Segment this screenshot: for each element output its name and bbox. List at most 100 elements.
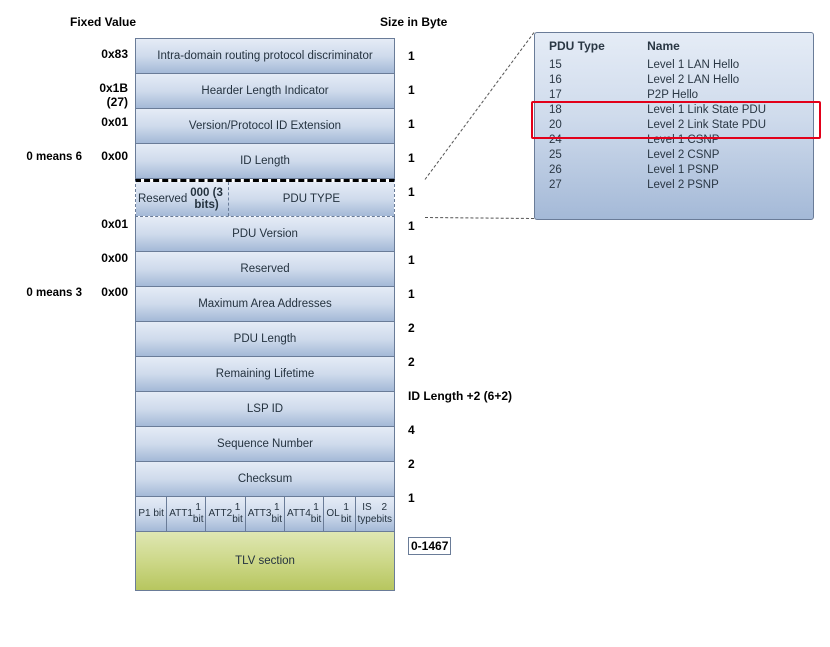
size-label: 1 [408, 185, 415, 199]
fixed-value-label: 0x83 [8, 47, 128, 61]
pdu-field-row: Reserved000 (3 bits) PDU TYPE [135, 179, 395, 217]
pdu-field-cell: Checksum [136, 462, 394, 496]
fixed-value-label: 0x01 [8, 217, 128, 231]
pdu-field-text: P [138, 508, 145, 520]
size-label: 2 [408, 321, 415, 335]
size-label: 4 [408, 423, 415, 437]
pdu-field-text: Intra-domain routing protocol discrimina… [157, 50, 372, 62]
pdu-type-head-type: PDU Type [535, 33, 633, 57]
pdu-field-text: IS type [358, 502, 377, 526]
size-label: 1 [408, 151, 415, 165]
pdu-field-text: 000 (3 bits) [187, 187, 226, 211]
pdu-type-cell: Level 2 Link State PDU [633, 117, 813, 132]
pdu-field-row: P1 bitATT11 bitATT21 bitATT31 bitATT41 b… [135, 497, 395, 532]
pdu-field-cell: LSP ID [136, 392, 394, 426]
pdu-field-text: Reserved [240, 263, 289, 275]
pdu-type-cell: 26 [535, 162, 633, 177]
pdu-field-cell: ATT41 bit [285, 497, 324, 531]
size-label: 1 [408, 491, 415, 505]
pdu-field-cell: Sequence Number [136, 427, 394, 461]
pdu-field-row: Version/Protocol ID Extension [135, 109, 395, 144]
pdu-field-text: 1 bit [271, 502, 282, 526]
pdu-field-text: LSP ID [247, 403, 283, 415]
size-label: 0-1467 [408, 537, 451, 555]
pdu-field-text: Reserved [138, 193, 187, 205]
pdu-field-row: Intra-domain routing protocol discrimina… [135, 38, 395, 74]
pdu-type-cell: 16 [535, 72, 633, 87]
pdu-field-cell: ID Length [136, 144, 394, 178]
pdu-field-text: ATT3 [248, 508, 272, 520]
size-label: 1 [408, 49, 415, 63]
pdu-field-text: TLV section [235, 555, 295, 567]
pdu-type-cell: Level 2 LAN Hello [633, 72, 813, 87]
pdu-type-cell: 25 [535, 147, 633, 162]
pdu-field-text: PDU TYPE [283, 193, 340, 205]
pdu-field-text: OL [326, 508, 339, 520]
pdu-type-cell: Level 1 CSNP [633, 132, 813, 147]
pdu-field-text: Version/Protocol ID Extension [189, 120, 341, 132]
pdu-field-cell: Reserved [136, 252, 394, 286]
pdu-field-text: 1 bit [145, 508, 164, 520]
connector-line [425, 32, 535, 180]
pdu-type-row: 15Level 1 LAN Hello [535, 57, 813, 72]
pdu-type-cell: 17 [535, 87, 633, 102]
column-header-size: Size in Byte [380, 15, 447, 29]
column-header-fixed: Fixed Value [70, 15, 136, 29]
pdu-field-text: Sequence Number [217, 438, 313, 450]
pdu-field-cell: P1 bit [136, 497, 167, 531]
pdu-field-text: 1 bit [340, 502, 353, 526]
diagram-canvas: Fixed Value Size in Byte Intra-domain ro… [0, 0, 830, 647]
pdu-field-text: 1 bit [232, 502, 243, 526]
pdu-field-text: Remaining Lifetime [216, 368, 314, 380]
pdu-field-cell: Maximum Area Addresses [136, 287, 394, 321]
pdu-type-table: PDU Type Name 15Level 1 LAN Hello16Level… [535, 33, 813, 192]
size-label: 1 [408, 287, 415, 301]
pdu-field-row: Reserved [135, 252, 395, 287]
pdu-type-cell: Level 2 CSNP [633, 147, 813, 162]
pdu-type-cell: 20 [535, 117, 633, 132]
pdu-field-cell: ATT11 bit [167, 497, 206, 531]
size-label: 1 [408, 253, 415, 267]
pdu-field-row: LSP ID [135, 392, 395, 427]
pdu-field-text: 1 bit [193, 502, 204, 526]
pdu-field-row: PDU Version [135, 217, 395, 252]
pdu-field-cell: IS type2 bits [356, 497, 394, 531]
pdu-field-text: Maximum Area Addresses [198, 298, 332, 310]
pdu-type-row: 16Level 2 LAN Hello [535, 72, 813, 87]
size-label: 2 [408, 355, 415, 369]
size-label: 1 [408, 83, 415, 97]
size-label: 1 [408, 219, 415, 233]
fixed-value-note: 0 means 6 [26, 151, 82, 163]
connector-line [425, 217, 534, 219]
pdu-field-cell: ATT21 bit [206, 497, 245, 531]
size-label: 1 [408, 117, 415, 131]
pdu-field-cell: PDU Version [136, 217, 394, 251]
pdu-field-cell: Reserved000 (3 bits) [136, 182, 229, 216]
fixed-value-label: 0x01 [8, 115, 128, 129]
pdu-field-text: ATT1 [169, 508, 193, 520]
pdu-field-text: 1 bit [311, 502, 322, 526]
size-label: ID Length +2 (6+2) [408, 389, 512, 403]
pdu-type-cell: 27 [535, 177, 633, 192]
pdu-field-text: PDU Version [232, 228, 298, 240]
pdu-type-cell: 24 [535, 132, 633, 147]
pdu-type-row: 27Level 2 PSNP [535, 177, 813, 192]
pdu-type-cell: 18 [535, 102, 633, 117]
pdu-field-stack: Intra-domain routing protocol discrimina… [135, 38, 395, 591]
pdu-field-cell: TLV section [136, 532, 394, 590]
pdu-field-text: ATT2 [208, 508, 232, 520]
pdu-field-cell: PDU Length [136, 322, 394, 356]
pdu-field-cell: OL1 bit [324, 497, 355, 531]
pdu-field-text: ATT4 [287, 508, 311, 520]
pdu-field-text: PDU Length [234, 333, 297, 345]
pdu-type-row: 25Level 2 CSNP [535, 147, 813, 162]
pdu-field-cell: Intra-domain routing protocol discrimina… [136, 39, 394, 73]
pdu-type-cell: Level 2 PSNP [633, 177, 813, 192]
fixed-value-label: 0x1B(27) [8, 81, 128, 109]
pdu-type-cell: P2P Hello [633, 87, 813, 102]
pdu-field-row: ID Length [135, 144, 395, 179]
pdu-field-cell: Remaining Lifetime [136, 357, 394, 391]
pdu-type-head-name: Name [633, 33, 813, 57]
pdu-type-cell: Level 1 Link State PDU [633, 102, 813, 117]
pdu-type-cell: Level 1 LAN Hello [633, 57, 813, 72]
